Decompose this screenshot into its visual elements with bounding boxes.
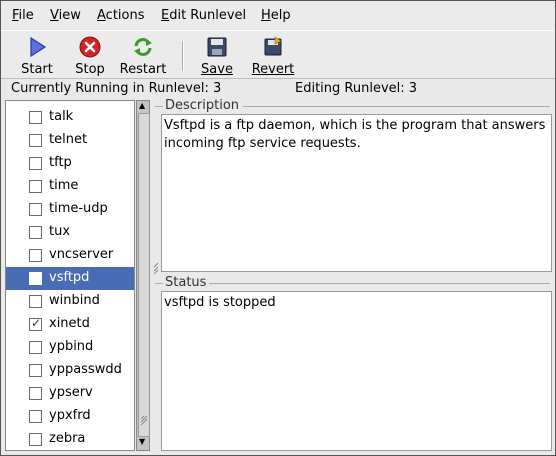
- description-rule-left: [155, 106, 163, 107]
- status-text: vsftpd is stopped: [164, 295, 276, 310]
- menu-edit-runlevel[interactable]: Edit Runlevel: [161, 8, 246, 23]
- service-checkbox[interactable]: [29, 341, 42, 354]
- service-name: vncserver: [49, 247, 114, 262]
- service-row[interactable]: ypbind: [6, 336, 134, 359]
- service-row[interactable]: tux: [6, 221, 134, 244]
- status-rule-right: [209, 283, 550, 284]
- service-checkbox[interactable]: [29, 364, 42, 377]
- service-name: time: [49, 178, 79, 193]
- service-row[interactable]: telnet: [6, 129, 134, 152]
- description-rule-right: [243, 106, 550, 107]
- editing-runlevel-text: Editing Runlevel: 3: [295, 81, 418, 96]
- service-checkbox[interactable]: [29, 433, 42, 446]
- restart-button[interactable]: Restart: [117, 31, 169, 77]
- service-checkbox[interactable]: ✓: [29, 316, 42, 331]
- service-name: ypserv: [49, 385, 93, 400]
- service-row[interactable]: yppasswdd: [6, 359, 134, 382]
- menu-actions[interactable]: Actions: [97, 8, 145, 23]
- service-row[interactable]: zebra: [6, 428, 134, 450]
- service-name: vsftpd: [49, 270, 90, 285]
- menu-help[interactable]: Help: [261, 8, 291, 23]
- service-row[interactable]: vsftpd: [6, 267, 134, 290]
- status-box: [161, 291, 552, 451]
- toolbar-separator: [182, 41, 184, 71]
- description-title: Description: [165, 98, 240, 113]
- service-checkbox[interactable]: [29, 272, 42, 285]
- revert-icon: [264, 36, 282, 56]
- service-name: tux: [49, 224, 71, 239]
- service-row[interactable]: time: [6, 175, 134, 198]
- start-button[interactable]: Start: [13, 31, 61, 77]
- floppy-disk-icon: [207, 37, 227, 57]
- service-checkbox[interactable]: [29, 157, 42, 170]
- service-checkbox[interactable]: [29, 249, 42, 262]
- current-runlevel-text: Currently Running in Runlevel: 3: [11, 81, 222, 96]
- service-checkbox[interactable]: [29, 226, 42, 239]
- service-name: yppasswdd: [49, 362, 122, 377]
- service-row[interactable]: vncserver: [6, 244, 134, 267]
- service-name: telnet: [49, 132, 88, 147]
- service-row[interactable]: talk: [6, 106, 134, 129]
- status-title: Status: [165, 275, 207, 290]
- service-name: xinetd: [49, 316, 90, 331]
- stop-button[interactable]: Stop: [67, 31, 113, 77]
- scrollbar-thumb[interactable]: [138, 113, 150, 437]
- service-row[interactable]: winbind: [6, 290, 134, 313]
- service-name: ypbind: [49, 339, 94, 354]
- stop-icon: [79, 36, 101, 58]
- save-label: Save: [201, 62, 233, 77]
- menu-file[interactable]: File: [12, 8, 34, 23]
- runlevel-status-bar: Currently Running in Runlevel: 3 Editing…: [1, 78, 555, 99]
- service-name: winbind: [49, 293, 100, 308]
- play-icon: [30, 36, 47, 58]
- scroll-up-arrow-icon[interactable]: ▲: [139, 101, 145, 110]
- service-row[interactable]: tftp: [6, 152, 134, 175]
- service-row[interactable]: time-udp: [6, 198, 134, 221]
- menu-view[interactable]: View: [50, 8, 81, 23]
- thumb-grip-icon: [140, 415, 148, 426]
- service-checkbox[interactable]: [29, 180, 42, 193]
- toolbar: Start Stop Restart Save Revert: [1, 30, 555, 79]
- service-row[interactable]: ✓ xinetd: [6, 313, 134, 336]
- restart-icon: [134, 38, 152, 56]
- service-checkbox[interactable]: [29, 295, 42, 308]
- service-list-scrollbar[interactable]: ▲ ▼: [136, 100, 150, 451]
- service-checkbox[interactable]: [29, 203, 42, 216]
- revert-label: Revert: [251, 62, 295, 77]
- checkmark-icon: ✓: [31, 316, 42, 330]
- service-checkbox[interactable]: [29, 410, 42, 423]
- service-name: zebra: [49, 431, 86, 446]
- service-row[interactable]: ypserv: [6, 382, 134, 405]
- save-button[interactable]: Save: [197, 31, 237, 77]
- service-list[interactable]: talk telnet tftp time time-udp tux vncserver vs…: [5, 100, 135, 451]
- service-checkbox[interactable]: [29, 134, 42, 147]
- service-name: talk: [49, 109, 74, 124]
- service-checkbox[interactable]: [29, 111, 42, 124]
- service-name: ypxfrd: [49, 408, 91, 423]
- revert-button[interactable]: Revert: [247, 31, 299, 77]
- service-name: time-udp: [49, 201, 108, 216]
- menubar: File View Actions Edit Runlevel Help: [1, 1, 555, 30]
- service-name: tftp: [49, 155, 72, 170]
- description-text: Vsftpd is a ftp daemon, which is the pro…: [164, 118, 546, 151]
- service-row[interactable]: ypxfrd: [6, 405, 134, 428]
- pane-grip-icon[interactable]: [153, 262, 159, 274]
- status-rule-left: [155, 283, 163, 284]
- service-checkbox[interactable]: [29, 387, 42, 400]
- scroll-down-arrow-icon[interactable]: ▼: [139, 437, 145, 446]
